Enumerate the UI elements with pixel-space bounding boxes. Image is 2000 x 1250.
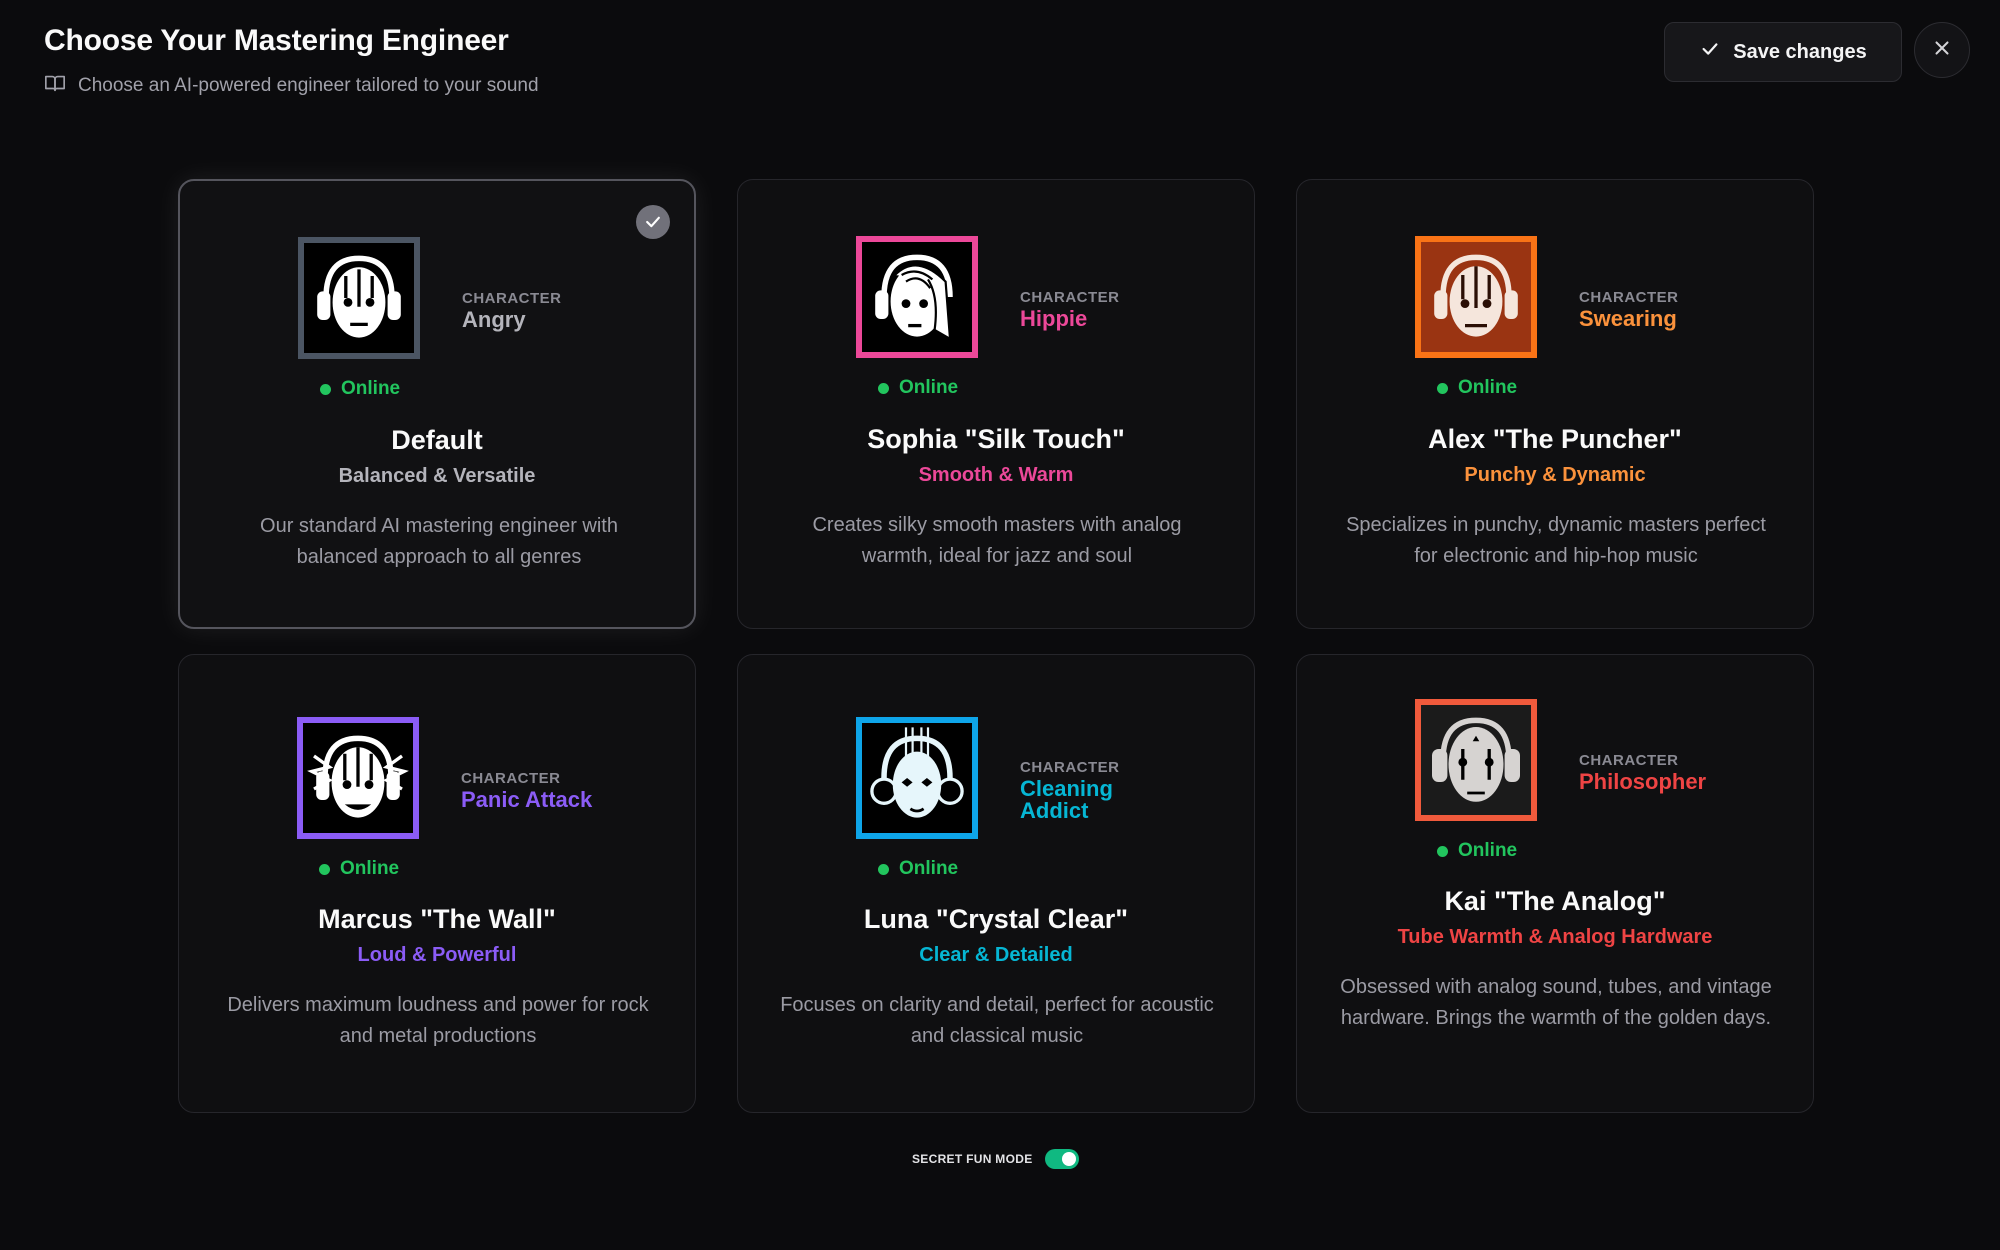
subtitle-text: Choose an AI-powered engineer tailored t… [78, 75, 539, 96]
online-label: Online [1458, 377, 1518, 398]
character-label: CHARACTER [1579, 289, 1679, 306]
engineer-card-sophia[interactable]: CHARACTER Hippie Online Sophia "Silk Tou… [737, 179, 1255, 629]
close-icon [1931, 37, 1953, 64]
online-status: Online [320, 378, 400, 400]
engineer-avatar [297, 717, 419, 839]
character-block: CHARACTER Panic Attack [461, 770, 592, 811]
online-dot-icon [1437, 845, 1448, 857]
engineer-description: Specializes in punchy, dynamic masters p… [1346, 514, 1766, 567]
save-changes-label: Save changes [1733, 40, 1867, 63]
online-label: Online [340, 858, 400, 879]
engineer-picker-page: Choose Your Mastering Engineer Choose an… [0, 0, 2000, 1250]
book-open-icon [44, 72, 66, 100]
engineer-name: Sophia "Silk Touch" [867, 424, 1125, 454]
engineer-avatar [298, 237, 420, 359]
character-value: Philosopher [1579, 769, 1707, 794]
engineer-card-marcus[interactable]: CHARACTER Panic Attack Online Marcus "Th… [178, 654, 696, 1113]
online-status: Online [1437, 840, 1517, 862]
page-subtitle: Choose an AI-powered engineer tailored t… [44, 72, 539, 100]
engineer-avatar [856, 236, 978, 358]
online-status: Online [1437, 377, 1517, 399]
engineer-tagline: Balanced & Versatile [338, 465, 536, 487]
online-status: Online [878, 377, 958, 399]
character-label: CHARACTER [461, 770, 561, 787]
page-title: Choose Your Mastering Engineer [44, 24, 509, 57]
engineer-description: Obsessed with analog sound, tubes, and v… [1340, 976, 1772, 1029]
online-dot-icon [878, 382, 889, 394]
engineer-avatar [1415, 236, 1537, 358]
character-block: CHARACTER Swearing [1579, 289, 1679, 330]
character-value: Angry [462, 307, 526, 332]
engineer-name: Luna "Crystal Clear" [863, 904, 1129, 934]
engineer-name: Alex "The Puncher" [1428, 424, 1682, 454]
save-changes-button[interactable]: Save changes [1664, 22, 1902, 82]
character-value: Panic Attack [461, 787, 593, 812]
character-label: CHARACTER [1020, 289, 1120, 306]
engineer-avatar [1415, 699, 1537, 821]
online-dot-icon [1437, 382, 1448, 394]
character-block: CHARACTER Philosopher [1579, 752, 1706, 793]
online-label: Online [341, 378, 401, 399]
online-status: Online [878, 858, 958, 880]
engineer-description: Focuses on clarity and detail, perfect f… [780, 994, 1214, 1047]
character-block: CHARACTER Hippie [1020, 289, 1120, 330]
engineer-tagline: Punchy & Dynamic [1464, 464, 1646, 486]
online-dot-icon [319, 863, 330, 875]
selected-check-icon [636, 205, 670, 239]
character-label: CHARACTER [1020, 759, 1120, 776]
close-button[interactable] [1914, 22, 1970, 78]
engineer-description: Creates silky smooth masters with analog… [812, 514, 1182, 567]
engineer-tagline: Loud & Powerful [357, 944, 517, 966]
toggle-knob [1061, 1152, 1076, 1166]
engineer-card-luna[interactable]: CHARACTER Cleaning Addict Online Luna "C… [737, 654, 1255, 1113]
engineer-description: Delivers maximum loudness and power for … [227, 994, 649, 1047]
engineer-card-alex[interactable]: CHARACTER Swearing Online Alex "The Punc… [1296, 179, 1814, 629]
fun-mode-label: SECRET FUN MODE [912, 1152, 1033, 1166]
character-value: Cleaning Addict [1020, 776, 1113, 823]
engineer-name: Marcus "The Wall" [318, 904, 556, 934]
online-label: Online [899, 377, 959, 398]
engineer-card-default[interactable]: CHARACTER Angry Online Default Balanced … [178, 179, 696, 629]
character-label: CHARACTER [462, 290, 562, 307]
character-value: Hippie [1020, 306, 1088, 331]
online-dot-icon [878, 863, 889, 875]
online-dot-icon [320, 383, 331, 395]
engineer-tagline: Tube Warmth & Analog Hardware [1397, 926, 1713, 948]
online-status: Online [319, 858, 399, 880]
engineer-tagline: Smooth & Warm [918, 464, 1074, 486]
character-value: Swearing [1579, 306, 1677, 331]
engineer-name: Kai "The Analog" [1444, 886, 1666, 916]
engineer-avatar [856, 717, 978, 839]
secret-fun-mode: SECRET FUN MODE [912, 1149, 1079, 1169]
online-label: Online [1458, 840, 1518, 861]
check-icon [1699, 38, 1721, 66]
engineer-tagline: Clear & Detailed [919, 944, 1073, 966]
fun-mode-toggle[interactable] [1044, 1149, 1079, 1169]
engineer-description: Our standard AI mastering engineer with … [260, 515, 618, 568]
online-label: Online [899, 858, 959, 879]
engineer-name: Default [391, 425, 483, 455]
character-block: CHARACTER Cleaning Addict [1020, 759, 1140, 822]
character-label: CHARACTER [1579, 752, 1679, 769]
character-block: CHARACTER Angry [462, 290, 562, 331]
engineer-card-kai[interactable]: CHARACTER Philosopher Online Kai "The An… [1296, 654, 1814, 1113]
